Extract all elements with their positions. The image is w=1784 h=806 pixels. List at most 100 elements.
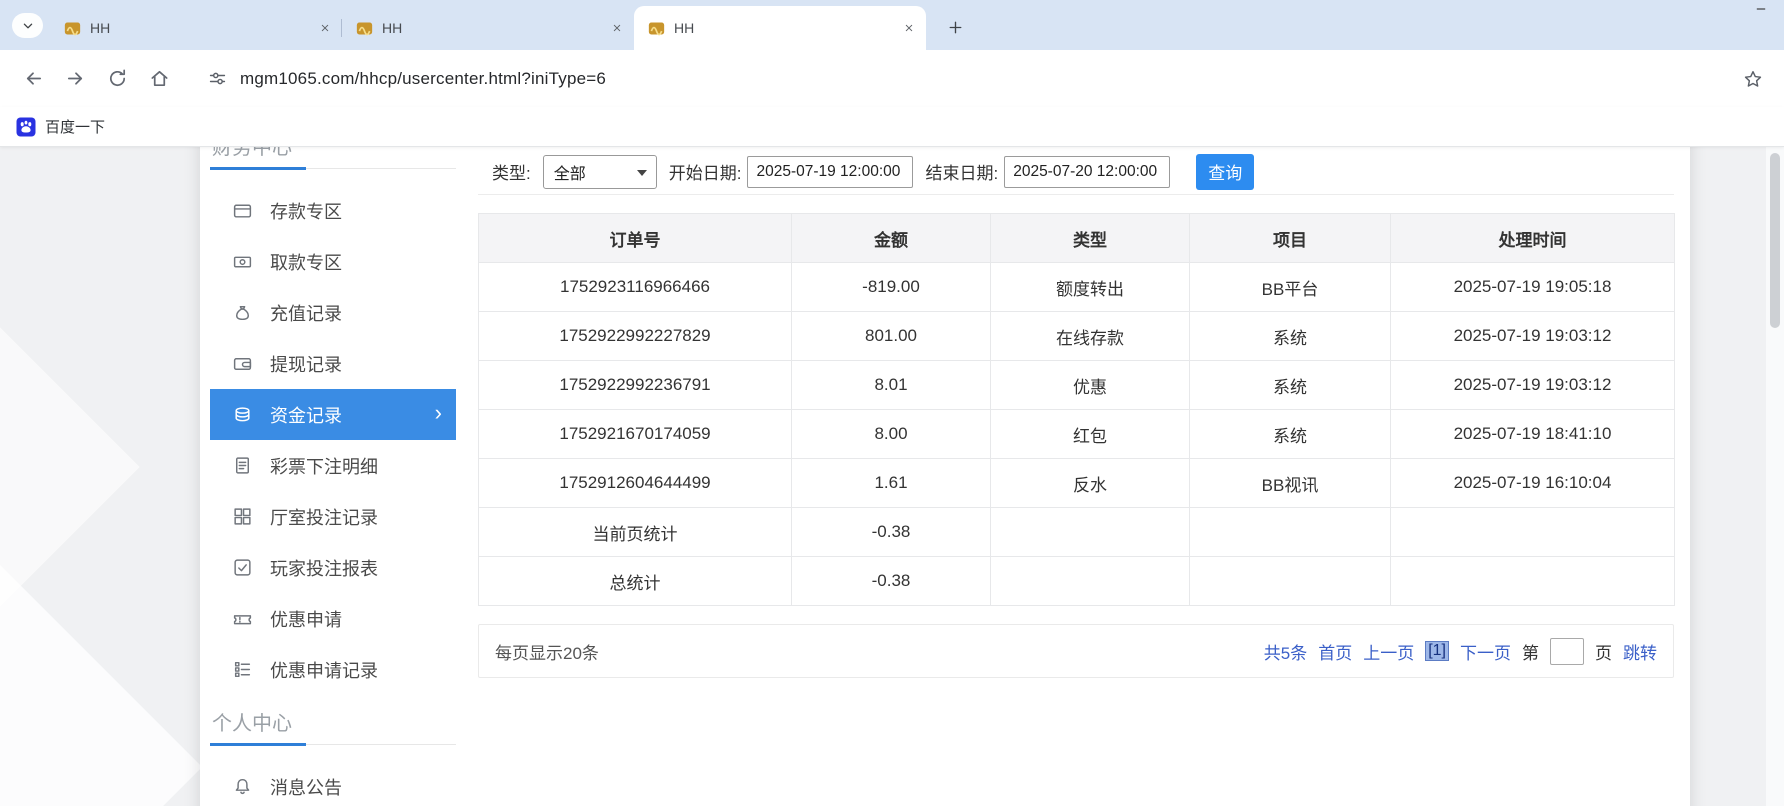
back-icon [23, 68, 44, 89]
start-date-input[interactable] [747, 156, 913, 188]
bookmarks-bar: 百度一下 [0, 107, 1784, 147]
table-cell: 1752921670174059 [479, 410, 792, 459]
table-cell: 2025-07-19 19:03:12 [1391, 361, 1675, 410]
tab-search-button[interactable] [12, 13, 43, 38]
recharge-record-icon [232, 302, 253, 323]
table-cell: -0.38 [792, 508, 991, 557]
reload-icon [107, 68, 128, 89]
sidebar-item-deposit-card[interactable]: 存款专区› [210, 185, 456, 236]
sidebar-item-player-bet-report[interactable]: 玩家投注报表› [210, 542, 456, 593]
table-cell: 1752922992236791 [479, 361, 792, 410]
filter-bar: 类型: 全部 开始日期: 结束日期: 查询 [478, 149, 1674, 195]
sidebar-nav: 财务中心存款专区›取款专区›充值记录›提现记录›资金记录›彩票下注明细›厅室投注… [210, 147, 456, 806]
prev-page-link[interactable]: 上一页 [1363, 639, 1414, 664]
first-page-link[interactable]: 首页 [1318, 639, 1352, 664]
tune-icon [208, 69, 227, 88]
table-cell: 1752923116966466 [479, 263, 792, 312]
content-container: 财务中心存款专区›取款专区›充值记录›提现记录›资金记录›彩票下注明细›厅室投注… [200, 147, 1690, 806]
table-cell: 1752912604644499 [479, 459, 792, 508]
close-icon [611, 22, 623, 34]
sidebar-item-label: 资金记录 [270, 402, 342, 428]
sidebar-item-promo-apply[interactable]: 优惠申请› [210, 593, 456, 644]
jump-button[interactable]: 跳转 [1623, 639, 1657, 664]
tab-close-button[interactable] [900, 19, 918, 37]
close-icon [319, 22, 331, 34]
hall-bet-record-icon [232, 506, 253, 527]
site-favicon-icon [64, 20, 81, 37]
table-cell: 总统计 [479, 557, 792, 606]
sidebar-item-list: 消息公告› [210, 761, 456, 806]
table-cell: 反水 [991, 459, 1190, 508]
deposit-card-icon [232, 200, 253, 221]
sidebar-item-message-notice[interactable]: 消息公告› [210, 761, 456, 806]
select-arrow-icon [637, 170, 647, 181]
type-select-value: 全部 [554, 160, 586, 184]
sidebar-item-funds-record[interactable]: 资金记录› [210, 389, 456, 440]
sidebar-item-lottery-bet-detail[interactable]: 彩票下注明细› [210, 440, 456, 491]
page-scrollbar[interactable] [1766, 147, 1784, 806]
site-favicon-icon [648, 20, 665, 37]
promo-apply-icon [232, 608, 253, 629]
bookmark-star-button[interactable] [1738, 64, 1768, 94]
table-cell [1391, 557, 1675, 606]
withdrawal-record-icon [232, 353, 253, 374]
tab-close-button[interactable] [608, 19, 626, 37]
sidebar-item-label: 提现记录 [270, 351, 342, 377]
browser-toolbar: mgm1065.com/hhcp/usercenter.html?iniType… [0, 50, 1784, 107]
table-cell [1190, 508, 1391, 557]
site-favicon-icon [356, 20, 373, 37]
browser-tab[interactable]: HH [342, 6, 634, 50]
pagination-controls: 共5条 首页 上一页 [1] 下一页 第 页 跳转 [1264, 638, 1657, 665]
table-cell: 在线存款 [991, 312, 1190, 361]
type-select[interactable]: 全部 [543, 155, 657, 189]
column-header: 订单号 [479, 214, 792, 263]
table-cell: -0.38 [792, 557, 991, 606]
sidebar-item-recharge-record[interactable]: 充值记录› [210, 287, 456, 338]
table-row: 总统计-0.38 [479, 557, 1675, 606]
forward-button[interactable] [58, 62, 92, 96]
table-cell: 系统 [1190, 410, 1391, 459]
bookmark-item-baidu[interactable]: 百度一下 [16, 116, 105, 137]
home-button[interactable] [142, 62, 176, 96]
plus-icon [948, 20, 963, 35]
start-date-label: 开始日期: [669, 159, 742, 184]
table-row: 17529216701740598.00红包系统2025-07-19 18:41… [479, 410, 1675, 459]
table-cell: 8.01 [792, 361, 991, 410]
tab-title: HH [90, 20, 316, 36]
browser-tab[interactable]: HH [50, 6, 342, 50]
tabs: HH HH HH [50, 6, 926, 50]
new-tab-button[interactable] [940, 12, 970, 42]
table-cell: 1752922992227829 [479, 312, 792, 361]
site-info-button[interactable] [200, 62, 234, 96]
sidebar-item-label: 优惠申请记录 [270, 657, 378, 683]
back-button[interactable] [16, 62, 50, 96]
sidebar-item-hall-bet-record[interactable]: 厅室投注记录› [210, 491, 456, 542]
jump-page-input[interactable] [1550, 638, 1584, 665]
end-date-input[interactable] [1004, 156, 1170, 188]
tab-title: HH [674, 20, 900, 36]
table-cell: 系统 [1190, 361, 1391, 410]
column-header: 项目 [1190, 214, 1391, 263]
sidebar-item-withdraw-banknote[interactable]: 取款专区› [210, 236, 456, 287]
search-button[interactable]: 查询 [1196, 154, 1254, 190]
browser-tab[interactable]: HH [634, 6, 926, 50]
table-cell [1391, 508, 1675, 557]
tab-close-button[interactable] [316, 19, 334, 37]
table-body: 1752923116966466-819.00额度转出BB平台2025-07-1… [479, 263, 1675, 606]
sidebar-item-promo-apply-record[interactable]: 优惠申请记录› [210, 644, 456, 695]
table-cell: 红包 [991, 410, 1190, 459]
reload-button[interactable] [100, 62, 134, 96]
address-bar[interactable]: mgm1065.com/hhcp/usercenter.html?iniType… [240, 69, 606, 89]
minimize-button[interactable] [1754, 2, 1768, 21]
table-cell: 801.00 [792, 312, 991, 361]
funds-record-icon [232, 404, 253, 425]
sidebar-item-withdrawal-record[interactable]: 提现记录› [210, 338, 456, 389]
scrollbar-thumb[interactable] [1770, 153, 1780, 328]
page-background: 财务中心存款专区›取款专区›充值记录›提现记录›资金记录›彩票下注明细›厅室投注… [0, 147, 1784, 806]
chevron-down-icon [22, 20, 34, 32]
end-date-label: 结束日期: [925, 159, 998, 184]
sidebar-section-title: 个人中心 [210, 707, 456, 745]
next-page-link[interactable]: 下一页 [1460, 639, 1511, 664]
star-icon [1743, 69, 1763, 89]
table-cell: 当前页统计 [479, 508, 792, 557]
